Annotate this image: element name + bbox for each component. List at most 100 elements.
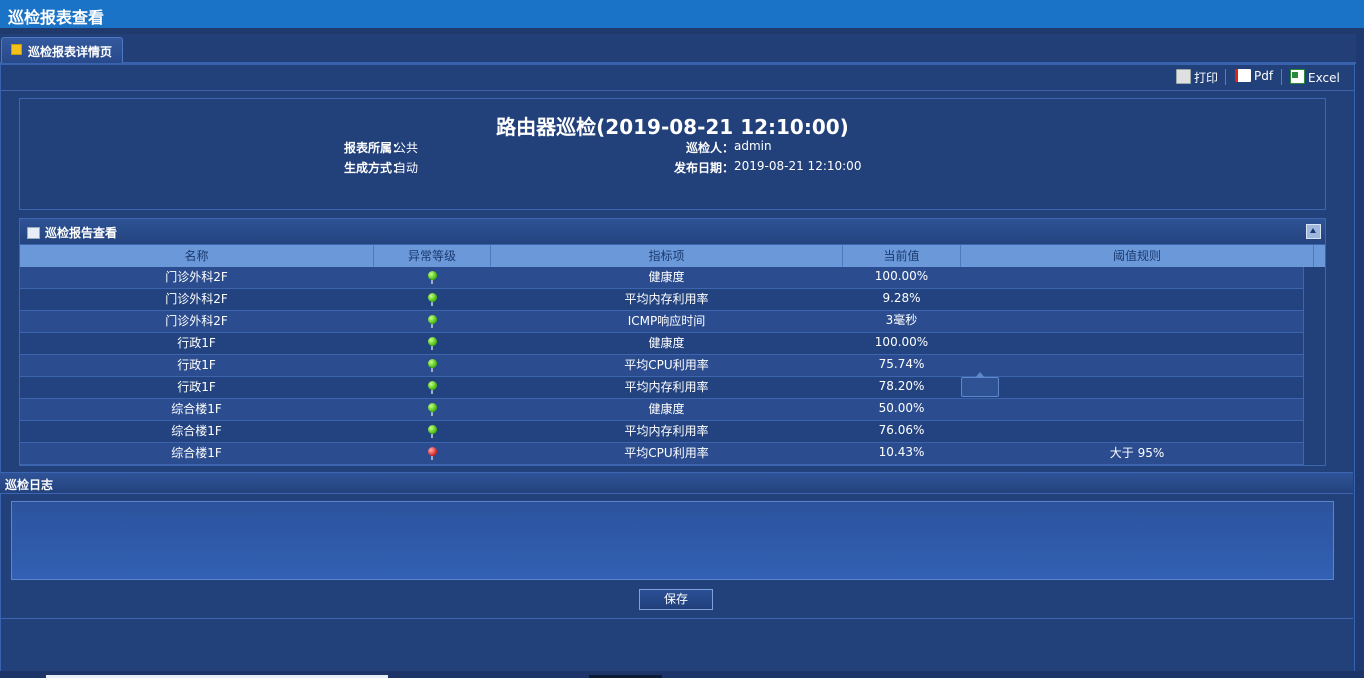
owner-value: 公共: [394, 141, 419, 155]
cell-name: 行政1F: [177, 336, 216, 350]
column-header-metric[interactable]: 指标项: [491, 245, 843, 267]
panel-divider: [0, 618, 1353, 619]
publish-date-label: 发布日期：: [673, 161, 734, 175]
report-info-panel: 路由器巡检(2019-08-21 12:10:00) 报表所属： 公共 巡检人：…: [19, 98, 1326, 210]
report-title: 路由器巡检(2019-08-21 12:10:00): [496, 115, 849, 139]
normal-green-pin-icon: [428, 315, 437, 328]
cell-value: 3毫秒: [885, 313, 918, 327]
column-header-level[interactable]: 异常等级: [374, 245, 491, 267]
table-row[interactable]: 行政1F 平均内存利用率 78.20%: [20, 377, 1303, 399]
cell-rule: [961, 399, 1313, 420]
excel-label: Excel: [1308, 71, 1340, 85]
table-row[interactable]: 综合楼1F 平均内存利用率 76.06%: [20, 421, 1303, 443]
normal-green-pin-icon: [428, 403, 437, 416]
cell-value: 50.00%: [878, 401, 925, 415]
window-titlebar: 巡检报表查看: [0, 0, 1364, 29]
pdf-label: Pdf: [1254, 69, 1274, 83]
cell-metric: 健康度: [648, 336, 685, 350]
normal-green-pin-icon: [428, 337, 437, 350]
column-header-value[interactable]: 当前值: [843, 245, 961, 267]
owner-label: 报表所属：: [343, 141, 404, 155]
column-header-name[interactable]: 名称: [20, 245, 374, 267]
cell-value: 100.00%: [874, 269, 929, 283]
tab-report-detail[interactable]: 巡检报表详情页: [1, 37, 123, 63]
cell-rule: [961, 267, 1313, 288]
cell-rule: [961, 421, 1313, 442]
log-header: 巡检日志: [0, 472, 1353, 494]
log-title: 巡检日志: [5, 478, 54, 492]
cell-metric: ICMP响应时间: [627, 314, 706, 328]
inspector-value: admin: [734, 139, 772, 153]
table-row[interactable]: 门诊外科2F 平均内存利用率 9.28%: [20, 289, 1303, 311]
cell-metric: 健康度: [648, 270, 685, 284]
pdf-button[interactable]: Pdf: [1235, 69, 1273, 85]
normal-green-pin-icon: [428, 359, 437, 372]
column-header-rule[interactable]: 阈值规则: [961, 245, 1314, 267]
generation-value: 自动: [394, 161, 419, 175]
log-textarea[interactable]: [11, 501, 1334, 580]
cell-rule: [961, 355, 1313, 376]
cell-name: 综合楼1F: [171, 446, 222, 460]
table-row[interactable]: 门诊外科2F 健康度 100.00%: [20, 267, 1303, 289]
save-button[interactable]: 保存: [639, 589, 713, 610]
cell-value: 9.28%: [882, 291, 921, 305]
normal-green-pin-icon: [428, 425, 437, 438]
toolbar-divider: [1225, 69, 1226, 85]
cell-metric: 平均内存利用率: [624, 380, 709, 394]
cell-metric: 平均内存利用率: [624, 292, 709, 306]
cell-metric: 平均CPU利用率: [624, 446, 709, 460]
table-row[interactable]: 门诊外科2F ICMP响应时间 3毫秒: [20, 311, 1303, 333]
cell-metric: 健康度: [648, 402, 685, 416]
cell-rule: [961, 289, 1313, 310]
grid-column-header: 名称 异常等级 指标项 当前值 阈值规则: [20, 245, 1325, 267]
cell-value: 75.74%: [878, 357, 925, 371]
cell-name: 门诊外科2F: [165, 270, 228, 284]
cell-name: 综合楼1F: [171, 402, 222, 416]
table-row[interactable]: 行政1F 健康度 100.00%: [20, 333, 1303, 355]
cell-name: 综合楼1F: [171, 424, 222, 438]
toolbar-divider: [1281, 69, 1282, 85]
table-row[interactable]: 综合楼1F 健康度 50.00%: [20, 399, 1303, 421]
normal-green-pin-icon: [428, 271, 437, 284]
cell-metric: 平均内存利用率: [624, 424, 709, 438]
excel-button[interactable]: Excel: [1290, 69, 1340, 85]
inspector-label: 巡检人：: [685, 141, 734, 155]
report-toolbar: 打印 Pdf Excel: [0, 64, 1354, 91]
cell-value: 100.00%: [874, 335, 929, 349]
grid-scrollbar[interactable]: [1303, 267, 1325, 465]
cell-value: 76.06%: [878, 423, 925, 437]
normal-green-pin-icon: [428, 381, 437, 394]
publish-date-value: 2019-08-21 12:10:00: [734, 159, 862, 173]
print-button[interactable]: 打印: [1176, 69, 1218, 85]
cell-value: 10.43%: [878, 445, 925, 459]
cell-rule: [961, 333, 1313, 354]
cell-name: 门诊外科2F: [165, 292, 228, 306]
printer-icon: [1176, 69, 1191, 84]
window-title: 巡检报表查看: [8, 8, 105, 27]
tooltip-popup: [961, 372, 999, 397]
tab-bar: 巡检报表详情页: [0, 34, 1356, 64]
tab-square-icon: [11, 44, 22, 55]
cell-metric: 平均CPU利用率: [624, 358, 709, 372]
cell-rule: [961, 311, 1313, 332]
table-row[interactable]: 行政1F 平均CPU利用率 75.74%: [20, 355, 1303, 377]
print-label: 打印: [1194, 71, 1219, 85]
cell-rule: [961, 377, 1313, 398]
pdf-icon: [1235, 69, 1251, 82]
normal-green-pin-icon: [428, 293, 437, 306]
grid-header: 巡检报告查看: [20, 219, 1325, 245]
cell-rule: 大于 95%: [1109, 446, 1165, 460]
collapse-icon[interactable]: [1306, 224, 1321, 239]
grid-title: 巡检报告查看: [45, 226, 118, 240]
cell-name: 门诊外科2F: [165, 314, 228, 328]
status-bar: [0, 671, 1364, 678]
tab-label: 巡检报表详情页: [28, 45, 113, 59]
table-row[interactable]: 综合楼1F 平均CPU利用率 10.43% 大于 95%: [20, 443, 1303, 465]
alarm-red-pin-icon: [428, 447, 437, 460]
cell-value: 78.20%: [878, 379, 925, 393]
cell-name: 行政1F: [177, 358, 216, 372]
grid-table-icon: [27, 227, 40, 239]
report-grid-panel: 巡检报告查看 名称 异常等级 指标项 当前值 阈值规则 门诊外科2F 健康度 100…: [19, 218, 1326, 466]
excel-icon: [1290, 69, 1305, 84]
cell-name: 行政1F: [177, 380, 216, 394]
